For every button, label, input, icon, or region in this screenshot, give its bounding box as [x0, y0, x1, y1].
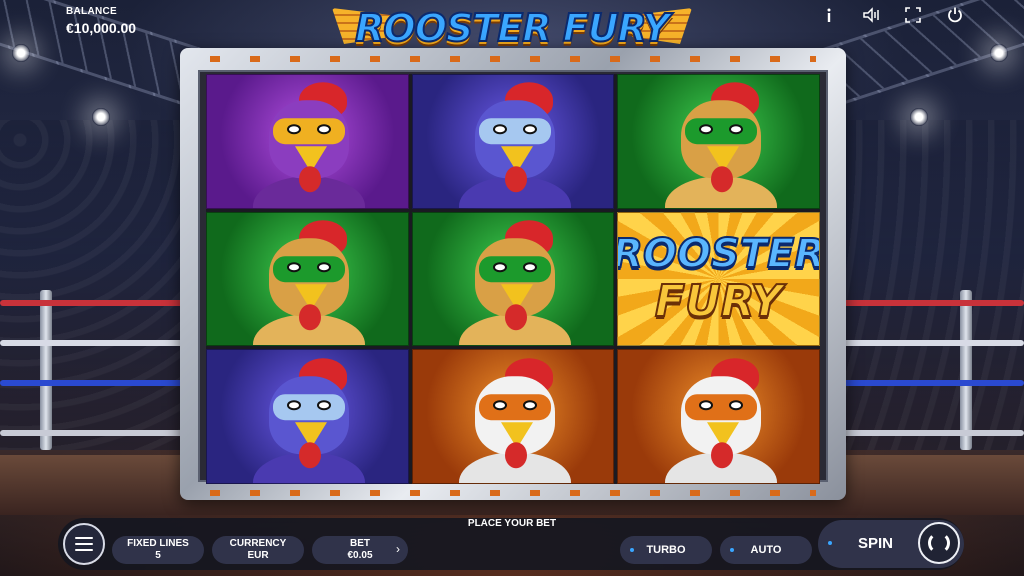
wild-text-line2: FURY — [654, 275, 783, 327]
fixed-lines-display: FIXED LINES 5 — [112, 536, 204, 564]
menu-button[interactable] — [63, 523, 105, 565]
ring-rope — [0, 380, 185, 386]
frame-studs-top — [210, 56, 816, 62]
wild-text-line1: ROOSTER — [617, 230, 820, 277]
chevron-right-icon[interactable]: › — [396, 542, 400, 556]
spotlight — [990, 44, 1008, 62]
symbol-orange-rooster — [617, 349, 820, 484]
spotlight — [910, 108, 928, 126]
frame-studs-bottom — [210, 490, 816, 496]
fixed-lines-value: 5 — [155, 550, 161, 561]
rooster-figure — [247, 357, 367, 484]
turbo-label: TURBO — [646, 544, 686, 556]
wild-logo: ROOSTER FURY — [618, 213, 819, 346]
ring-rope — [842, 380, 1024, 386]
ring-rope — [0, 300, 185, 306]
symbol-blue-rooster — [411, 74, 615, 209]
bet-label: BET — [350, 538, 370, 549]
fullscreen-icon[interactable] — [904, 6, 922, 24]
currency-label: CURRENCY — [229, 538, 287, 549]
spotlight — [92, 108, 110, 126]
fixed-lines-label: FIXED LINES — [127, 538, 189, 549]
balance-value: €10,000.00 — [66, 20, 137, 36]
auto-label: AUTO — [750, 544, 782, 556]
symbol-rooster-fury-wild: ROOSTER FURY — [617, 211, 820, 347]
ring-rope — [842, 300, 1024, 306]
symbol-green-rooster — [411, 211, 615, 347]
auto-indicator-dot — [730, 548, 734, 552]
rooster-figure — [453, 220, 573, 346]
symbol-blue-rooster — [206, 349, 409, 484]
rooster-figure — [453, 357, 573, 484]
reel-grid: ROOSTER FURY — [206, 74, 820, 484]
game-title: ROOSTER FURY — [354, 5, 671, 51]
bet-selector[interactable]: BET €0.05 — [312, 536, 408, 564]
symbol-orange-rooster — [411, 349, 615, 484]
top-toolbar — [820, 6, 964, 24]
rooster-figure — [659, 82, 779, 208]
rooster-figure — [659, 357, 779, 484]
rooster-figure — [247, 82, 367, 208]
ring-post-left — [40, 290, 52, 450]
turbo-indicator-dot — [630, 548, 634, 552]
spin-arrows-icon — [928, 532, 950, 554]
rooster-figure — [453, 82, 573, 208]
ring-post-right — [960, 290, 972, 450]
info-icon[interactable] — [820, 6, 838, 24]
symbol-green-rooster — [617, 74, 820, 209]
power-icon[interactable] — [946, 6, 964, 24]
hamburger-icon-line — [75, 543, 93, 545]
rooster-figure — [247, 220, 367, 346]
bet-value: €0.05 — [347, 550, 373, 561]
spin-button[interactable] — [918, 522, 960, 564]
hamburger-icon-line — [75, 549, 93, 551]
ring-rope — [842, 430, 1024, 436]
ring-rope — [842, 340, 1024, 346]
sound-icon[interactable] — [862, 6, 880, 24]
balance-display: BALANCE €10,000.00 — [66, 6, 136, 36]
spin-label[interactable]: SPIN — [858, 535, 893, 552]
symbol-purple-rooster — [206, 74, 409, 209]
spotlight — [12, 44, 30, 62]
spin-indicator-dot — [828, 541, 832, 545]
currency-value: EUR — [247, 550, 269, 561]
currency-selector[interactable]: CURRENCY EUR — [212, 536, 304, 564]
hamburger-icon-line — [75, 537, 93, 539]
ring-rope — [0, 430, 185, 436]
symbol-green-rooster — [206, 211, 409, 347]
ring-rope — [0, 340, 185, 346]
balance-label: BALANCE — [66, 6, 117, 17]
